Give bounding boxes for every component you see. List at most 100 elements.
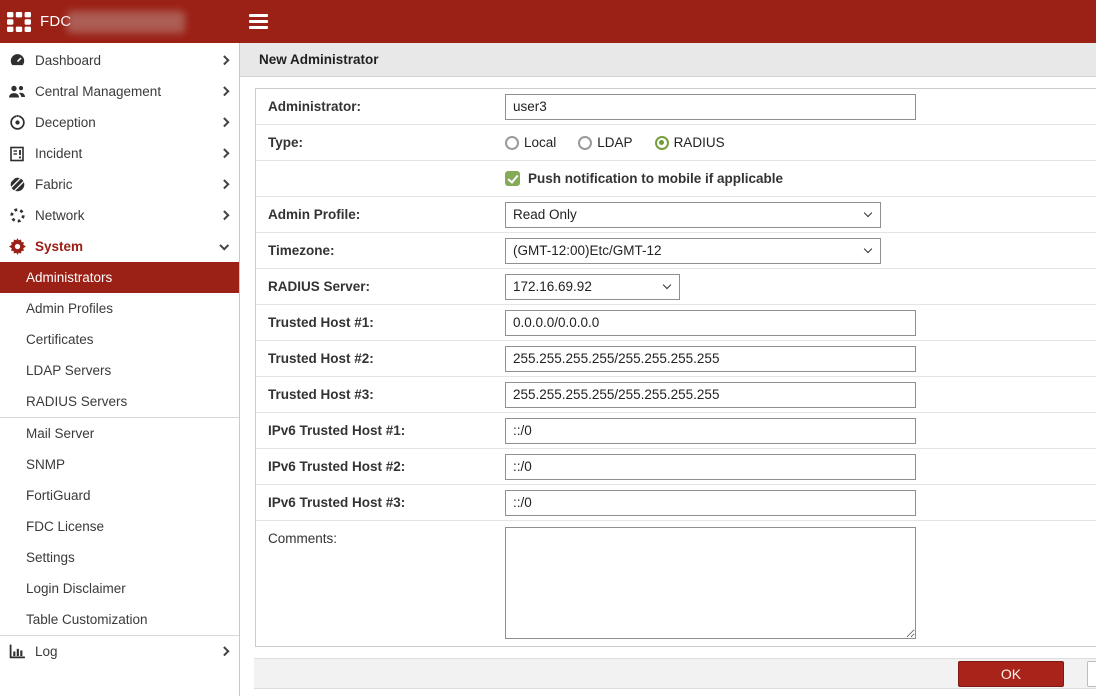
trusted-host-1-input[interactable] (505, 310, 916, 336)
sidebar-item-label: Log (35, 644, 221, 659)
sidebar-item-fdc-license[interactable]: FDC License (0, 511, 239, 542)
target-icon (7, 113, 27, 132)
sidebar-item-label: Fabric (35, 177, 221, 192)
form-row-trusted-host-3: Trusted Host #3: (256, 377, 1096, 413)
sidebar-subitem-label: Admin Profiles (26, 301, 113, 316)
incident-report-icon (7, 144, 27, 163)
chevron-right-icon (219, 87, 228, 96)
ipv6-trusted-host-1-label: IPv6 Trusted Host #1: (256, 423, 505, 438)
ipv6-trusted-host-2-input[interactable] (505, 454, 916, 480)
timezone-select[interactable]: (GMT-12:00)Etc/GMT-12 (505, 238, 881, 264)
ipv6-trusted-host-3-label: IPv6 Trusted Host #3: (256, 495, 505, 510)
sidebar-item-login-disclaimer[interactable]: Login Disclaimer (0, 573, 239, 604)
form-row-admin-profile: Admin Profile: Read Only (256, 197, 1096, 233)
sidebar-item-fabric[interactable]: Fabric (0, 169, 239, 200)
sidebar-subitem-label: Login Disclaimer (26, 581, 126, 596)
trusted-host-3-label: Trusted Host #3: (256, 387, 505, 402)
radius-server-label: RADIUS Server: (256, 279, 505, 294)
sidebar-item-dashboard[interactable]: Dashboard (0, 45, 239, 76)
type-radio-local[interactable]: Local (505, 135, 556, 150)
ipv6-trusted-host-2-label: IPv6 Trusted Host #2: (256, 459, 505, 474)
sidebar-item-settings[interactable]: Settings (0, 542, 239, 573)
fabric-icon (7, 175, 27, 194)
hamburger-menu-icon[interactable] (249, 14, 268, 32)
form-row-ipv6-trusted-host-1: IPv6 Trusted Host #1: (256, 413, 1096, 449)
sidebar-item-label: Dashboard (35, 53, 221, 68)
cancel-button-partial[interactable] (1087, 661, 1096, 687)
admin-profile-select[interactable]: Read Only (505, 202, 881, 228)
form-row-type: Type: Local LDAP RADIUS (256, 125, 1096, 161)
main-content: New Administrator Administrator: Type: L… (240, 43, 1096, 696)
ipv6-trusted-host-3-input[interactable] (505, 490, 916, 516)
radio-unchecked-icon (505, 136, 519, 150)
form-row-trusted-host-1: Trusted Host #1: (256, 305, 1096, 341)
chevron-right-icon (219, 149, 228, 158)
sidebar-item-snmp[interactable]: SNMP (0, 449, 239, 480)
trusted-host-1-label: Trusted Host #1: (256, 315, 505, 330)
type-label: Type: (256, 135, 505, 150)
push-notification-label: Push notification to mobile if applicabl… (528, 171, 783, 186)
select-value: Read Only (513, 207, 577, 222)
chevron-right-icon (219, 118, 228, 127)
sidebar-item-label: Deception (35, 115, 221, 130)
form-row-radius-server: RADIUS Server: 172.16.69.92 (256, 269, 1096, 305)
trusted-host-2-input[interactable] (505, 346, 916, 372)
sidebar-subitem-label: LDAP Servers (26, 363, 111, 378)
sidebar-item-administrators[interactable]: Administrators (0, 262, 239, 293)
form-row-comments: Comments: (256, 521, 1096, 646)
radio-label: LDAP (597, 135, 632, 150)
users-icon (7, 82, 27, 101)
radio-unchecked-icon (578, 136, 592, 150)
timezone-label: Timezone: (256, 243, 505, 258)
sidebar-subitem-label: RADIUS Servers (26, 394, 127, 409)
chevron-down-icon (663, 281, 671, 289)
form-row-timezone: Timezone: (GMT-12:00)Etc/GMT-12 (256, 233, 1096, 269)
sidebar-item-label: System (35, 239, 221, 254)
sidebar-item-central-management[interactable]: Central Management (0, 76, 239, 107)
sidebar-item-radius-servers[interactable]: RADIUS Servers (0, 386, 239, 417)
administrator-label: Administrator: (256, 99, 505, 114)
radius-server-select[interactable]: 172.16.69.92 (505, 274, 680, 300)
sidebar-item-admin-profiles[interactable]: Admin Profiles (0, 293, 239, 324)
sidebar-item-label: Central Management (35, 84, 221, 99)
sidebar-subitem-label: FortiGuard (26, 488, 91, 503)
trusted-host-3-input[interactable] (505, 382, 916, 408)
gauge-icon (7, 51, 27, 70)
type-radio-ldap[interactable]: LDAP (578, 135, 632, 150)
administrator-input[interactable] (505, 94, 916, 120)
trusted-host-2-label: Trusted Host #2: (256, 351, 505, 366)
select-value: 172.16.69.92 (513, 279, 592, 294)
sidebar-item-network[interactable]: Network (0, 200, 239, 231)
sidebar-item-incident[interactable]: Incident (0, 138, 239, 169)
sidebar-item-ldap-servers[interactable]: LDAP Servers (0, 355, 239, 386)
sidebar-subitem-label: Settings (26, 550, 75, 565)
admin-profile-label: Admin Profile: (256, 207, 505, 222)
radio-checked-icon (655, 136, 669, 150)
sidebar-item-mail-server[interactable]: Mail Server (0, 418, 239, 449)
select-value: (GMT-12:00)Etc/GMT-12 (513, 243, 662, 258)
checkbox-checked-icon (505, 171, 520, 186)
sidebar-item-log[interactable]: Log (0, 636, 239, 667)
sidebar-item-table-customization[interactable]: Table Customization (0, 604, 239, 635)
chevron-right-icon (219, 56, 228, 65)
sidebar-item-system[interactable]: System (0, 231, 239, 262)
redacted-hostname-blur (67, 11, 185, 33)
gear-icon (7, 237, 27, 256)
log-chart-icon (7, 642, 27, 661)
sidebar-subitem-label: Table Customization (26, 612, 148, 627)
comments-textarea[interactable] (505, 527, 916, 639)
chevron-down-icon (864, 209, 872, 217)
type-radio-radius[interactable]: RADIUS (655, 135, 725, 150)
sidebar-subitem-label: Certificates (26, 332, 94, 347)
chevron-right-icon (219, 180, 228, 189)
push-notification-checkbox[interactable]: Push notification to mobile if applicabl… (505, 171, 783, 186)
ipv6-trusted-host-1-input[interactable] (505, 418, 916, 444)
radio-label: RADIUS (674, 135, 725, 150)
radio-label: Local (524, 135, 556, 150)
sidebar-item-certificates[interactable]: Certificates (0, 324, 239, 355)
chevron-right-icon (219, 647, 228, 656)
form-row-ipv6-trusted-host-3: IPv6 Trusted Host #3: (256, 485, 1096, 521)
sidebar-item-deception[interactable]: Deception (0, 107, 239, 138)
ok-button[interactable]: OK (958, 661, 1064, 687)
sidebar-item-fortiguard[interactable]: FortiGuard (0, 480, 239, 511)
